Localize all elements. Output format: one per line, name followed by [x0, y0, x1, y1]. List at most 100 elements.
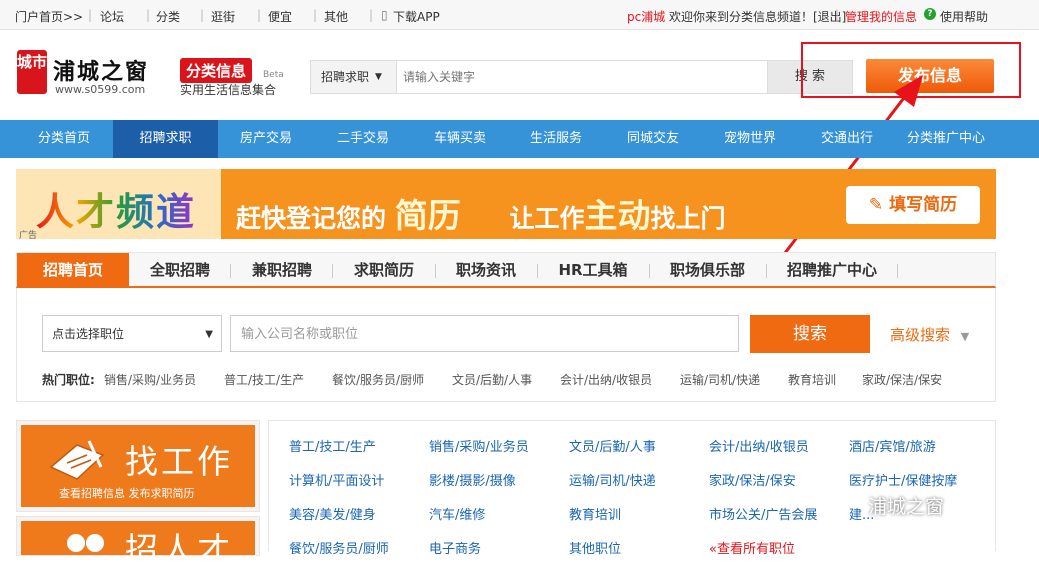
search-category-label: 招聘求职 [321, 70, 370, 84]
tab-resumes[interactable]: 求职简历 [339, 253, 429, 287]
divider: | [257, 8, 262, 22]
hot-positions-label: 热门职位: [42, 373, 95, 387]
slogan-highlight: 主动 [584, 196, 651, 235]
divider: | [369, 8, 374, 22]
nav-item-transport[interactable]: 交通出行 [809, 120, 885, 158]
search-category-select[interactable]: 招聘求职 ▼ [311, 61, 397, 93]
hot-position-link[interactable]: 运输/司机/快递 [680, 371, 760, 388]
tab-club[interactable]: 职场俱乐部 [655, 253, 760, 287]
category-link[interactable]: 酒店/宾馆/旅游 [849, 436, 936, 455]
divider: | [313, 8, 318, 22]
category-link[interactable]: 影楼/摄影/摄像 [429, 470, 516, 489]
divider [537, 264, 538, 278]
fill-resume-label: 填写简历 [889, 195, 958, 215]
hire-talent-box[interactable]: 招人才 [16, 516, 260, 569]
site-url: www.s0599.com [55, 83, 146, 96]
fill-resume-button[interactable]: ✎ 填写简历 [846, 186, 980, 224]
category-link[interactable]: 汽车/维修 [429, 504, 485, 523]
category-link[interactable]: 医疗护士/保健按摩 [849, 470, 957, 489]
job-position-select[interactable]: 点击选择职位 ▼ [42, 315, 222, 352]
username-link[interactable]: pc浦城 [627, 8, 665, 25]
hot-position-link[interactable]: 餐饮/服务员/厨师 [332, 371, 424, 388]
find-job-box[interactable]: 找工作 查看招聘信息 发布求职简历 [16, 420, 260, 512]
top-bar: 门户首页>> | 论坛 | 分类 | 逛街 | 便宜 | 其他 | ▯ 下载AP… [0, 0, 1039, 30]
find-job-subtitle: 查看招聘信息 发布求职简历 [59, 487, 195, 500]
chevron-down-icon: ▼ [205, 329, 213, 340]
portal-home-link[interactable]: 门户首页>> [15, 8, 83, 25]
top-link-category[interactable]: 分类 [156, 8, 180, 25]
divider: | [200, 8, 205, 22]
view-all-positions-link[interactable]: «查看所有职位 [709, 538, 795, 557]
category-link[interactable]: 美容/美发/健身 [289, 504, 376, 523]
find-job-panel: 找工作 查看招聘信息 发布求职简历 [21, 425, 255, 507]
hot-position-link[interactable]: 普工/技工/生产 [224, 371, 304, 388]
nav-item-services[interactable]: 生活服务 [518, 120, 594, 158]
hot-position-link[interactable]: 销售/采购/业务员 [104, 371, 196, 388]
site-logo-name[interactable]: 浦城之窗 [53, 54, 149, 86]
hot-position-link[interactable]: 文员/后勤/人事 [452, 371, 532, 388]
tab-news[interactable]: 职场资讯 [441, 253, 531, 287]
help-icon: ? [924, 8, 936, 20]
hire-talent-title: 招人才 [125, 530, 233, 569]
chevron-down-icon: ▼ [375, 72, 382, 82]
job-search-button[interactable]: 搜索 [750, 315, 870, 353]
top-link-forum[interactable]: 论坛 [100, 8, 124, 25]
nav-item-pets[interactable]: 宠物世界 [712, 120, 788, 158]
category-link[interactable]: 教育培训 [569, 504, 621, 523]
top-link-cheap[interactable]: 便宜 [268, 8, 292, 25]
category-link[interactable]: 销售/采购/业务员 [429, 436, 529, 455]
category-link[interactable]: 其他职位 [569, 538, 621, 557]
job-category-grid: 普工/技工/生产 销售/采购/业务员 文员/后勤/人事 会计/出纳/收银员 酒店… [268, 420, 996, 557]
tab-jobs-home[interactable]: 招聘首页 [17, 253, 129, 287]
manage-info-link[interactable]: 管理我的信息 [845, 8, 917, 25]
banner-title-area: 人才频道 广告 [16, 169, 221, 241]
divider: | [88, 8, 93, 22]
nav-item-promotion[interactable]: 分类推广中心 [896, 120, 996, 158]
advanced-search-link[interactable]: 高级搜索 ▼ [890, 324, 969, 345]
category-link[interactable]: 市场公关/广告会展 [709, 504, 817, 523]
tab-parttime[interactable]: 兼职招聘 [237, 253, 327, 287]
beta-label: Beta [263, 70, 284, 80]
tab-hr-tools[interactable]: HR工具箱 [543, 253, 643, 287]
resume-icon [49, 440, 105, 480]
nav-item-vehicles[interactable]: 车辆买卖 [422, 120, 498, 158]
ad-label: 广告 [19, 231, 38, 241]
nav-item-secondhand[interactable]: 二手交易 [325, 120, 401, 158]
nav-item-property[interactable]: 房产交易 [228, 120, 304, 158]
watermark: 浦城之窗 [868, 496, 945, 518]
top-link-other[interactable]: 其他 [324, 8, 348, 25]
search-input[interactable] [398, 61, 768, 93]
divider [766, 264, 767, 278]
banner-title-text: 人才频道 [36, 190, 197, 234]
category-link[interactable]: 运输/司机/快递 [569, 470, 656, 489]
company-search-input[interactable]: 输入公司名称或职位 [230, 315, 739, 352]
top-link-shopping[interactable]: 逛街 [211, 8, 235, 25]
nav-item-home[interactable]: 分类首页 [25, 120, 103, 158]
category-link[interactable]: 会计/出纳/收银员 [709, 436, 809, 455]
tab-promotion[interactable]: 招聘推广中心 [772, 253, 892, 287]
category-link[interactable]: 计算机/平面设计 [289, 470, 384, 489]
logo-mark[interactable]: 城市 [17, 50, 47, 94]
welcome-text: 欢迎你来到分类信息频道！[退出] [669, 10, 847, 24]
category-link[interactable]: 普工/技工/生产 [289, 436, 376, 455]
category-link[interactable]: 餐饮/服务员/厨师 [289, 538, 389, 557]
hot-position-link[interactable]: 教育培训 [788, 371, 836, 388]
help-link[interactable]: 使用帮助 [940, 8, 988, 25]
find-job-title: 找工作 [125, 442, 233, 481]
category-link[interactable]: 文员/后勤/人事 [569, 436, 656, 455]
nav-item-dating[interactable]: 同城交友 [615, 120, 691, 158]
hot-position-link[interactable]: 会计/出纳/收银员 [560, 371, 652, 388]
job-search-panel: 点击选择职位 ▼ 输入公司名称或职位 搜索 高级搜索 ▼ 热门职位: 销售/采购… [16, 288, 996, 402]
divider [897, 264, 898, 278]
nav-item-jobs[interactable]: 招聘求职 [113, 120, 218, 158]
download-app-link[interactable]: 下载APP [393, 8, 440, 25]
tab-fulltime[interactable]: 全职招聘 [135, 253, 225, 287]
jobs-tabs: 招聘首页 全职招聘 兼职招聘 求职简历 职场资讯 HR工具箱 职场俱乐部 招聘推… [16, 252, 996, 288]
talent-banner[interactable]: 人才频道 广告 赶快登记您的 简历 让工作主动找上门 ✎ 填写简历 [16, 169, 996, 241]
hot-position-link[interactable]: 家政/保洁/保安 [862, 371, 942, 388]
hire-talent-panel: 招人才 [21, 521, 255, 569]
category-badge: 分类信息 [180, 58, 253, 83]
category-link[interactable]: 家政/保洁/保安 [709, 470, 796, 489]
banner-title: 人才频道 [36, 181, 196, 236]
category-link[interactable]: 电子商务 [429, 538, 481, 557]
